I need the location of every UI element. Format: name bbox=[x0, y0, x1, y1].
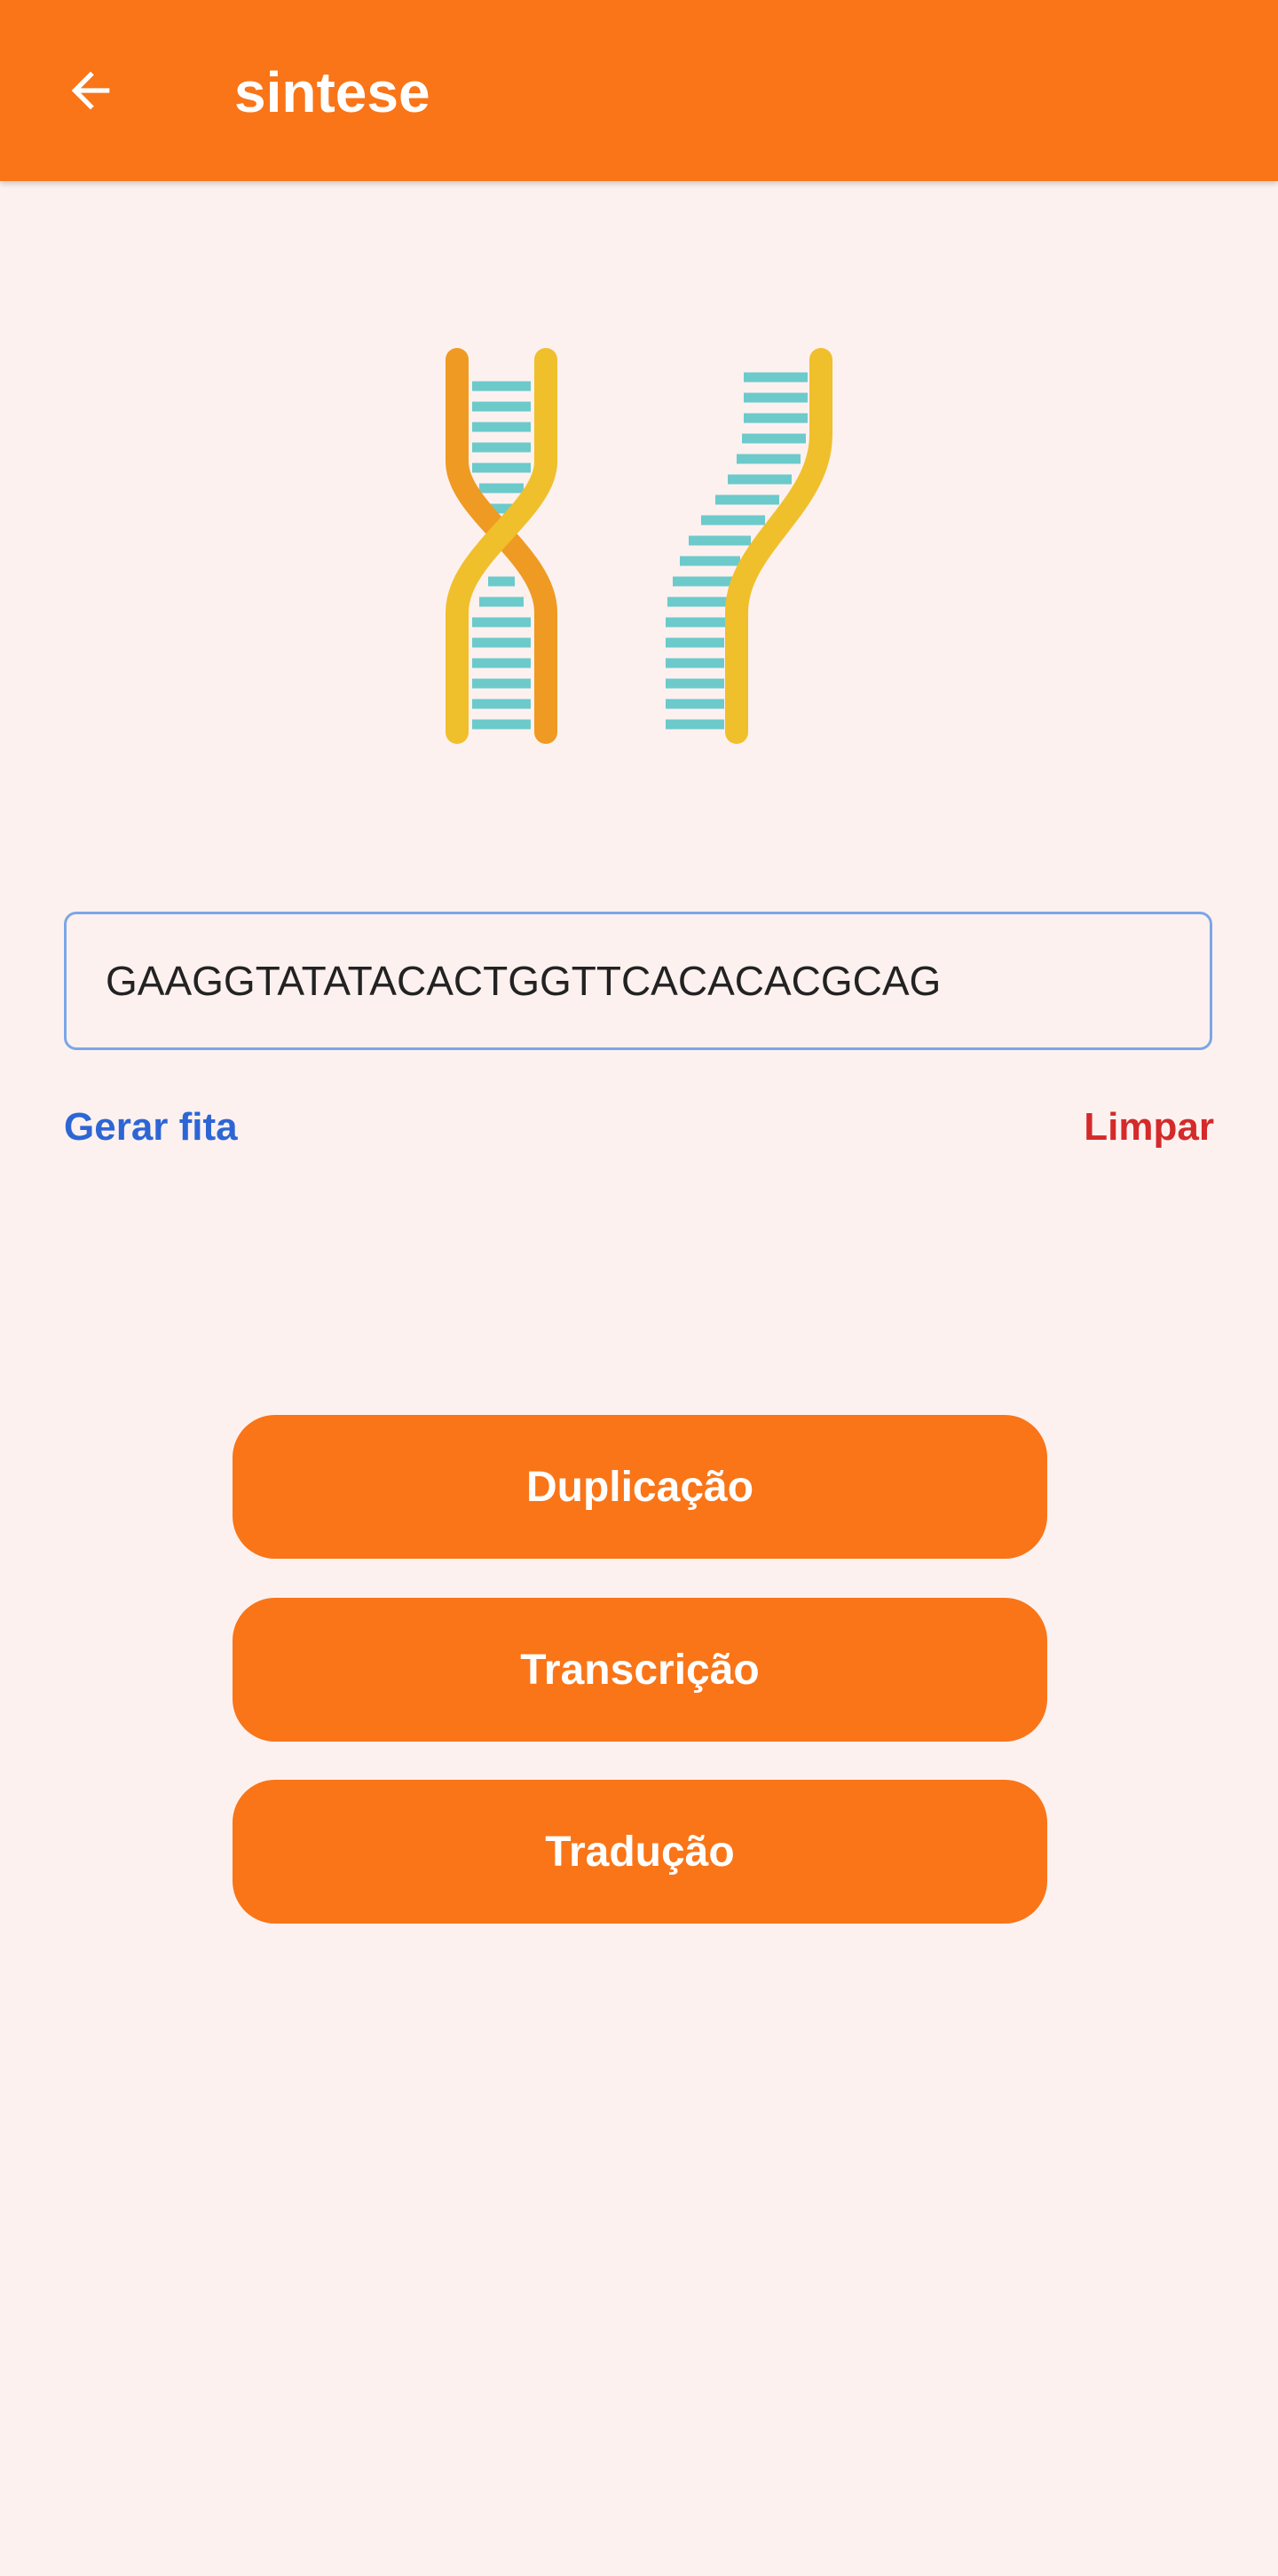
app-bar: sintese bbox=[0, 0, 1278, 181]
transcription-button[interactable]: Transcrição bbox=[233, 1598, 1047, 1742]
sequence-field[interactable] bbox=[64, 912, 1212, 1050]
dna-illustration bbox=[426, 337, 852, 763]
arrow-back-icon bbox=[71, 71, 110, 110]
duplication-button[interactable]: Duplicação bbox=[233, 1415, 1047, 1559]
generate-strand-link[interactable]: Gerar fita bbox=[64, 1099, 238, 1156]
translation-button[interactable]: Tradução bbox=[233, 1780, 1047, 1924]
clear-link[interactable]: Limpar bbox=[1084, 1099, 1214, 1156]
back-button[interactable] bbox=[50, 50, 131, 131]
dna-icon bbox=[446, 348, 832, 744]
page-title: sintese bbox=[234, 60, 430, 124]
sequence-input[interactable] bbox=[106, 914, 1171, 1047]
